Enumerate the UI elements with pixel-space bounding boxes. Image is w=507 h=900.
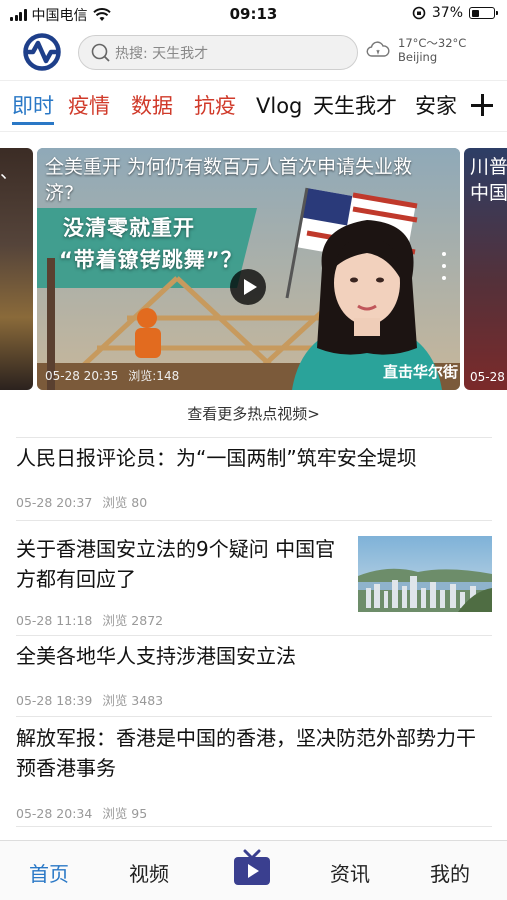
- tab-fight-epidemic[interactable]: 抗疫: [194, 93, 236, 119]
- video-views: 浏览:148: [128, 369, 180, 383]
- battery-fill: [471, 9, 480, 17]
- news-thumbnail[interactable]: [358, 536, 492, 612]
- news-item[interactable]: 关于香港国安立法的9个疑问 中国官方都有回应了 05-28 11:18 浏览 28…: [16, 534, 346, 629]
- video-card-next-title-line1: 川普: [470, 156, 507, 178]
- video-card-next-title-line2: 中国: [470, 182, 507, 204]
- video-overlay-line2: “带着镣铐跳舞”？: [59, 248, 243, 272]
- divider: [16, 520, 492, 521]
- news-headline: 关于香港国安立法的9个疑问 中国官方都有回应了: [16, 537, 336, 591]
- battery-percent: 37%: [431, 5, 463, 21]
- tab-epidemic[interactable]: 疫情: [68, 93, 110, 119]
- video-watermark: 直击华尔街: [382, 363, 458, 381]
- tab-anjia[interactable]: 安家: [415, 93, 457, 119]
- weather-city: Beijing: [398, 50, 438, 64]
- news-date: 05-28 20:37: [16, 495, 93, 510]
- video-card-main[interactable]: 全美重开 为何仍有数百万人首次申请失业救济? 没清零就重开 “带着镣铐跳舞”？ …: [37, 148, 460, 390]
- news-date: 05-28 20:34: [16, 806, 93, 821]
- more-options-icon[interactable]: [442, 252, 446, 280]
- active-tab-indicator: [12, 122, 54, 125]
- search-placeholder: 热搜: 天生我才: [115, 45, 209, 62]
- news-views: 浏览 3483: [102, 693, 164, 708]
- video-card-prev[interactable]: 、: [0, 148, 33, 390]
- video-card-next-date: 05-28: [470, 370, 505, 384]
- tab-data[interactable]: 数据: [131, 93, 173, 119]
- video-carousel[interactable]: 、 全美重开 为何仍有数百万人首次申请失业救济? 没清零就重开 “带着镣铐跳舞”…: [0, 148, 507, 390]
- app-header: 热搜: 天生我才 17°C～32°C Beijing: [0, 28, 507, 78]
- channel-tabs: 即时 疫情 数据 抗疫 Vlog 天生我才 安家: [0, 80, 507, 132]
- tab-tiansheng-wocai[interactable]: 天生我才: [313, 93, 397, 119]
- news-headline: 人民日报评论员：为“一国两制”筑牢安全堤坝: [16, 446, 417, 470]
- news-item[interactable]: 全美各地华人支持涉港国安立法 05-28 18:39 浏览 3483: [16, 641, 492, 709]
- search-icon: [91, 43, 110, 62]
- news-views: 浏览 2872: [102, 613, 164, 628]
- news-meta: 05-28 18:39 浏览 3483: [16, 690, 492, 709]
- video-card-next[interactable]: 川普 中国 05-28: [464, 148, 507, 390]
- news-headline: 全美各地华人支持涉港国安立法: [16, 644, 296, 668]
- tab-instant[interactable]: 即时: [12, 93, 54, 119]
- battery-icon: [469, 7, 498, 19]
- news-meta: 05-28 11:18 浏览 2872: [16, 610, 346, 629]
- status-bar: 中国电信 09:13 37%: [0, 0, 507, 28]
- tab-vlog[interactable]: Vlog: [256, 93, 302, 119]
- divider: [16, 635, 492, 636]
- video-date: 05-28 20:35: [45, 369, 119, 383]
- news-item[interactable]: 人民日报评论员：为“一国两制”筑牢安全堤坝 05-28 20:37 浏览 80: [16, 443, 492, 511]
- play-button[interactable]: [230, 269, 266, 305]
- nav-news[interactable]: 资讯: [330, 858, 370, 887]
- news-item[interactable]: 解放军报：香港是中国的香港，坚决防范外部势力干预香港事务 05-28 20:34…: [16, 723, 492, 822]
- weather-widget[interactable]: 17°C～32°C Beijing: [366, 36, 466, 64]
- video-card-prev-title: 、: [0, 162, 18, 183]
- more-videos-link[interactable]: 查看更多热点视频>: [0, 403, 507, 424]
- app-logo[interactable]: [22, 32, 62, 72]
- weather-temp: 17°C～32°C: [398, 36, 467, 50]
- news-views: 浏览 95: [102, 806, 148, 821]
- orientation-lock-icon: [412, 6, 426, 20]
- news-views: 浏览 80: [102, 495, 148, 510]
- video-meta: 05-28 20:35 浏览:148: [45, 367, 179, 384]
- bottom-nav: 首页 视频 资讯 我的: [0, 840, 507, 900]
- tv-icon[interactable]: [233, 849, 271, 887]
- video-overlay-line1: 没清零就重开: [63, 216, 195, 240]
- news-date: 05-28 11:18: [16, 613, 93, 628]
- add-channel-icon[interactable]: [471, 94, 493, 116]
- nav-home[interactable]: 首页: [29, 858, 69, 887]
- search-bar[interactable]: 热搜: 天生我才: [78, 35, 358, 70]
- news-headline: 解放军报：香港是中国的香港，坚决防范外部势力干预香港事务: [16, 726, 476, 780]
- video-title: 全美重开 为何仍有数百万人首次申请失业救济?: [45, 156, 413, 204]
- divider: [16, 437, 492, 438]
- news-meta: 05-28 20:34 浏览 95: [16, 803, 492, 822]
- video-card-next-title: 川普 中国: [470, 154, 507, 206]
- nav-me[interactable]: 我的: [430, 858, 470, 887]
- divider: [16, 716, 492, 717]
- news-date: 05-28 18:39: [16, 693, 93, 708]
- cloud-icon: [366, 41, 390, 57]
- news-meta: 05-28 20:37 浏览 80: [16, 492, 492, 511]
- nav-video[interactable]: 视频: [129, 858, 169, 887]
- divider: [16, 826, 492, 827]
